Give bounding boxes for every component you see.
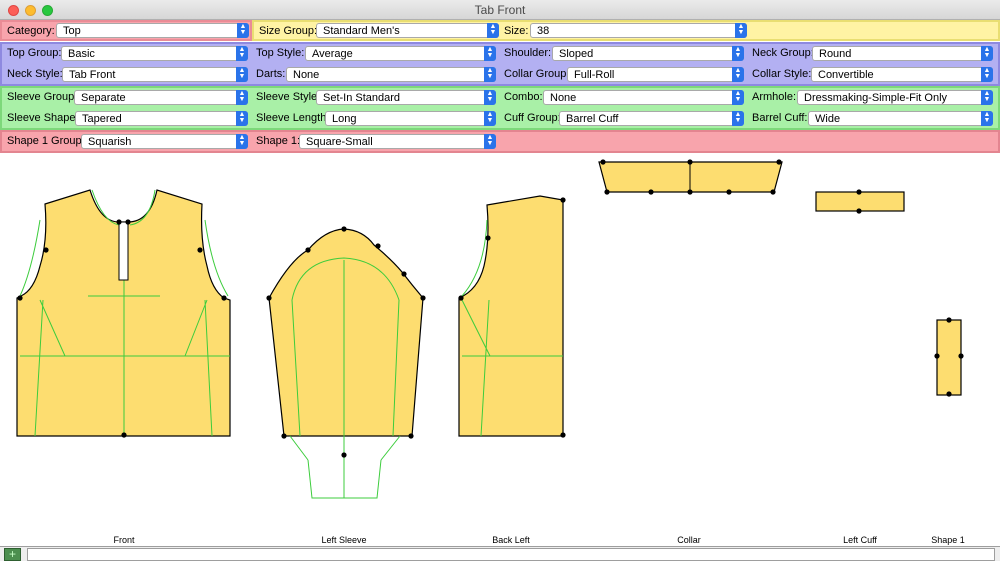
chevron-updown-icon: ▲ ▼ xyxy=(487,23,499,38)
shape1-piece[interactable] xyxy=(934,317,964,397)
left-cuff-caption: Left Cuff xyxy=(843,535,877,545)
cuff-group-label: Cuff Group: xyxy=(504,112,561,124)
maximize-window-button[interactable] xyxy=(42,5,53,16)
plus-icon[interactable]: + xyxy=(4,548,21,561)
left-sleeve-caption: Left Sleeve xyxy=(321,535,367,545)
sleeve-length-label: Sleeve Length: xyxy=(256,112,330,124)
app-window: Tab Front Category: Top ▲ ▼ Size Group: S… xyxy=(0,0,1000,561)
category-select[interactable]: Top ▲ ▼ xyxy=(56,23,249,38)
chevron-updown-icon: ▲ ▼ xyxy=(236,90,248,105)
collar-caption: Collar xyxy=(677,535,701,545)
status-bar: + xyxy=(0,546,1000,561)
size-group-label: Size Group: xyxy=(259,25,318,37)
back-left-caption: Back Left xyxy=(492,535,530,545)
front-piece[interactable] xyxy=(16,189,231,438)
chevron-updown-icon: ▲ ▼ xyxy=(732,90,744,105)
shape1-label: Shape 1: xyxy=(256,135,301,147)
sleeve-shape-label: Sleeve Shape: xyxy=(7,112,79,124)
armhole-select[interactable]: Dressmaking-Simple-Fit Only ▲ ▼ xyxy=(797,90,993,105)
back-left-piece[interactable] xyxy=(458,195,566,438)
barrel-cuff-label: Barrel Cuff: xyxy=(752,112,808,124)
chevron-updown-icon: ▲ ▼ xyxy=(484,67,496,82)
chevron-updown-icon: ▲ ▼ xyxy=(732,111,744,126)
chevron-updown-icon: ▲ ▼ xyxy=(237,23,249,38)
left-cuff-piece[interactable] xyxy=(815,189,905,214)
armhole-label: Armhole: xyxy=(752,91,797,103)
top-group-label: Top Group: xyxy=(7,47,62,59)
chevron-updown-icon: ▲ ▼ xyxy=(236,134,248,149)
collar-style-label: Collar Style: xyxy=(752,68,812,80)
chevron-updown-icon: ▲ ▼ xyxy=(732,46,744,61)
neck-style-label: Neck Style: xyxy=(7,68,63,80)
back-left-outline xyxy=(458,195,564,437)
chevron-updown-icon: ▲ ▼ xyxy=(484,46,496,61)
row-neck: Neck Style: Tab Front ▲ ▼ Darts: None ▲ ▼ … xyxy=(0,64,1000,84)
chevron-updown-icon: ▲ ▼ xyxy=(981,67,993,82)
chevron-updown-icon: ▲ ▼ xyxy=(236,46,248,61)
chevron-updown-icon: ▲ ▼ xyxy=(981,90,993,105)
shape1-select[interactable]: Square-Small ▲ ▼ xyxy=(299,134,496,149)
chevron-updown-icon: ▲ ▼ xyxy=(484,111,496,126)
chevron-updown-icon: ▲ ▼ xyxy=(236,67,248,82)
minimize-window-button[interactable] xyxy=(25,5,36,16)
shoulder-label: Shoulder: xyxy=(504,47,552,59)
sleeve-style-label: Sleeve Style: xyxy=(256,91,321,103)
left-cuff-outline xyxy=(815,191,905,212)
neck-group-select[interactable]: Round ▲ ▼ xyxy=(812,46,993,61)
category-label: Category: xyxy=(7,25,55,37)
darts-select[interactable]: None ▲ ▼ xyxy=(286,67,496,82)
sleeve-group-label: Sleeve Group: xyxy=(7,91,78,103)
chevron-updown-icon: ▲ ▼ xyxy=(735,23,747,38)
collar-piece[interactable] xyxy=(598,159,783,195)
chevron-updown-icon: ▲ ▼ xyxy=(236,111,248,126)
shape1-group-select[interactable]: Squarish ▲ ▼ xyxy=(81,134,248,149)
sleeve-group-select[interactable]: Separate ▲ ▼ xyxy=(74,90,248,105)
neck-style-select[interactable]: Tab Front ▲ ▼ xyxy=(62,67,248,82)
neck-group-label: Neck Group: xyxy=(752,47,814,59)
window-title: Tab Front xyxy=(474,3,526,17)
chevron-updown-icon: ▲ ▼ xyxy=(484,134,496,149)
left-sleeve-piece[interactable] xyxy=(266,226,426,499)
size-select[interactable]: 38 ▲ ▼ xyxy=(530,23,747,38)
chevron-updown-icon: ▲ ▼ xyxy=(732,67,744,82)
size-label: Size: xyxy=(504,25,529,37)
chevron-updown-icon: ▲ ▼ xyxy=(981,46,993,61)
title-bar: Tab Front xyxy=(0,0,1000,20)
sleeve-length-select[interactable]: Long ▲ ▼ xyxy=(325,111,496,126)
combo-label: Combo: xyxy=(504,91,543,103)
shape1-group-label: Shape 1 Group: xyxy=(7,135,85,147)
status-field[interactable] xyxy=(27,548,995,561)
row-sleeve: Sleeve Group: Separate ▲ ▼ Sleeve Style: … xyxy=(0,87,1000,107)
shape1-outline xyxy=(936,319,962,396)
chevron-updown-icon: ▲ ▼ xyxy=(981,111,993,126)
top-group-select[interactable]: Basic ▲ ▼ xyxy=(61,46,248,61)
front-tab-placket xyxy=(118,221,129,281)
row-sleeve-shape: Sleeve Shape: Tapered ▲ ▼ Sleeve Length: … xyxy=(0,108,1000,128)
row-shape: Shape 1 Group: Squarish ▲ ▼ Shape 1: Squa… xyxy=(0,131,1000,151)
cuff-group-select[interactable]: Barrel Cuff ▲ ▼ xyxy=(559,111,744,126)
size-cell: Size Group: Standard Men's ▲ ▼ Size: 38 ▲… xyxy=(252,20,1000,41)
barrel-cuff-select[interactable]: Wide ▲ ▼ xyxy=(808,111,993,126)
collar-style-select[interactable]: Convertible ▲ ▼ xyxy=(811,67,993,82)
sleeve-shape-select[interactable]: Tapered ▲ ▼ xyxy=(75,111,248,126)
left-sleeve-outline xyxy=(268,228,424,437)
collar-group-label: Collar Group: xyxy=(504,68,570,80)
shoulder-select[interactable]: Sloped ▲ ▼ xyxy=(552,46,744,61)
top-style-label: Top Style: xyxy=(256,47,305,59)
collar-group-select[interactable]: Full-Roll ▲ ▼ xyxy=(567,67,744,82)
category-cell: Category: Top ▲ ▼ xyxy=(0,20,252,41)
sleeve-style-select[interactable]: Set-In Standard ▲ ▼ xyxy=(316,90,496,105)
chevron-updown-icon: ▲ ▼ xyxy=(484,90,496,105)
front-caption: Front xyxy=(113,535,135,545)
combo-select[interactable]: None ▲ ▼ xyxy=(543,90,744,105)
pattern-canvas[interactable] xyxy=(0,153,1000,546)
close-window-button[interactable] xyxy=(8,5,19,16)
darts-label: Darts: xyxy=(256,68,286,80)
row-category: Category: Top ▲ ▼ Size Group: Standard Me… xyxy=(0,20,1000,41)
shape1-caption: Shape 1 xyxy=(931,535,965,545)
row-top: Top Group: Basic ▲ ▼ Top Style: Average ▲… xyxy=(0,43,1000,63)
size-group-select[interactable]: Standard Men's ▲ ▼ xyxy=(316,23,499,38)
top-style-select[interactable]: Average ▲ ▼ xyxy=(305,46,496,61)
